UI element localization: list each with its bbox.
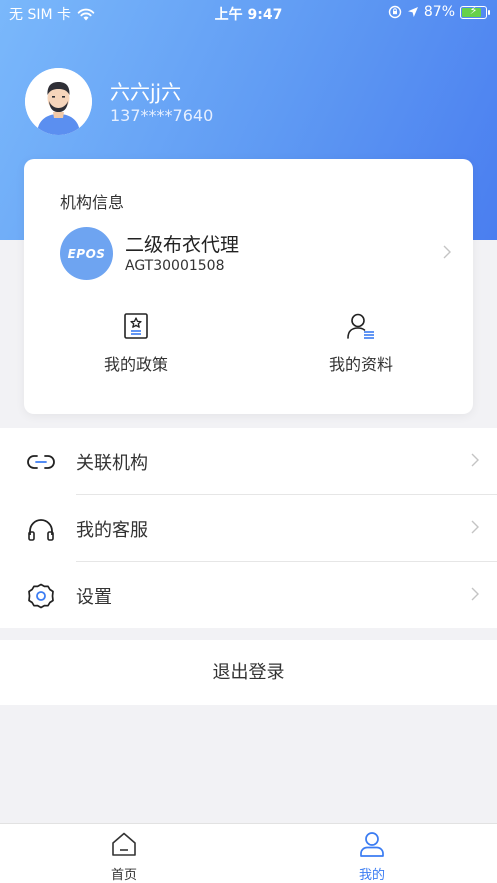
battery-icon: ⚡ <box>460 4 490 19</box>
menu-item-label: 设置 <box>76 587 112 608</box>
home-icon <box>112 832 136 856</box>
logout-button[interactable]: 退出登录 <box>0 640 497 705</box>
chevron-right-icon <box>471 587 479 601</box>
orientation-lock-icon <box>388 5 402 19</box>
menu-item-customer-service[interactable]: 我的客服 <box>0 495 497 562</box>
tab-home[interactable]: 首页 <box>74 831 174 883</box>
my-profile-label: 我的资料 <box>328 355 393 374</box>
org-code: AGT30001508 <box>125 258 225 274</box>
headset-icon <box>28 519 54 541</box>
org-logo: EPOS <box>60 227 113 280</box>
menu-item-linked-org[interactable]: 关联机构 <box>0 428 497 495</box>
my-policy-button[interactable]: 我的政策 <box>76 309 196 375</box>
avatar-illustration-icon <box>25 68 92 135</box>
user-name: 六六jj六 <box>110 80 182 104</box>
tab-bar: 首页 我的 <box>0 823 497 883</box>
location-arrow-icon <box>407 7 418 17</box>
link-icon <box>27 455 55 469</box>
policy-icon <box>124 313 148 339</box>
menu-item-label: 关联机构 <box>76 453 148 474</box>
menu-item-label: 我的客服 <box>76 520 148 541</box>
org-name[interactable]: 二级布衣代理 <box>125 230 239 257</box>
battery-percent: 87% <box>423 4 455 20</box>
user-icon <box>360 832 384 857</box>
my-policy-label: 我的政策 <box>103 355 168 374</box>
my-profile-button[interactable]: 我的资料 <box>301 309 421 375</box>
chevron-right-icon <box>471 520 479 534</box>
card-title: 机构信息 <box>60 193 125 212</box>
user-phone: 137****7640 <box>110 106 214 125</box>
avatar[interactable] <box>25 68 92 135</box>
tab-mine[interactable]: 我的 <box>322 831 422 883</box>
menu-item-settings[interactable]: 设置 <box>0 562 497 629</box>
tab-mine-label: 我的 <box>358 868 385 883</box>
tab-home-label: 首页 <box>110 868 137 883</box>
chevron-right-icon <box>471 453 479 467</box>
menu-list: 关联机构 我的客服 设置 <box>0 428 497 628</box>
org-info-card: 机构信息 EPOS 二级布衣代理 AGT30001508 我的政策 我的资料 <box>24 159 473 414</box>
status-bar: 无 SIM 卡 上午 9:47 87% ⚡ <box>0 0 497 26</box>
profile-icon <box>347 313 374 339</box>
chevron-right-icon[interactable] <box>443 245 451 259</box>
gear-icon <box>28 583 54 609</box>
